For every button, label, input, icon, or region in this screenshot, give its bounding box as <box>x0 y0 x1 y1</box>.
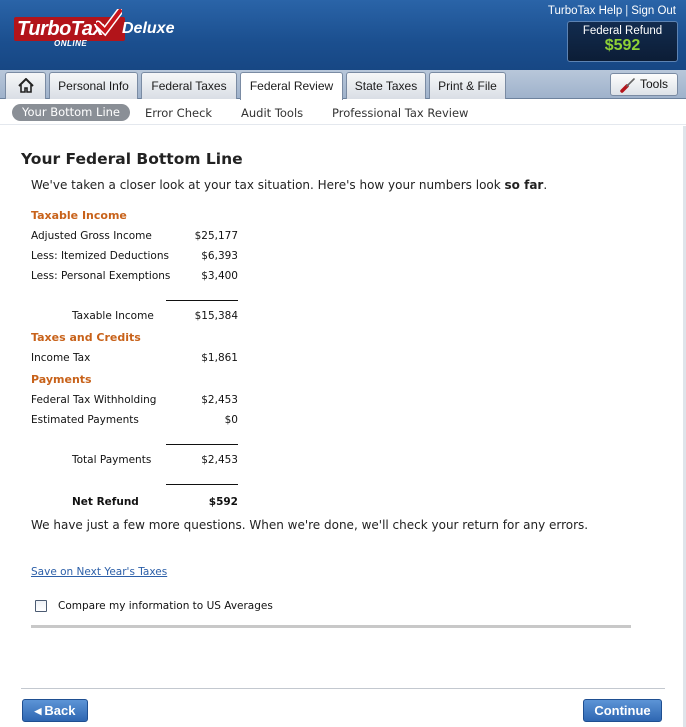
row-label: Estimated Payments <box>31 414 139 426</box>
subtotal-rule <box>166 300 238 301</box>
tab-personal-info[interactable]: Personal Info <box>49 72 138 99</box>
tools-label: Tools <box>640 77 669 91</box>
intro-text-bold: so far <box>504 178 544 192</box>
row-value: $2,453 <box>201 454 238 466</box>
continue-button[interactable]: Continue <box>583 699 662 722</box>
section-heading-taxes-credits: Taxes and Credits <box>31 331 141 344</box>
back-arrow-icon: ◀ <box>34 706 42 716</box>
app-header: TurboTax ONLINE Deluxe TurboTax Help | Sig… <box>0 0 686 70</box>
row-value: $25,177 <box>194 230 238 242</box>
row-label: Adjusted Gross Income <box>31 230 152 242</box>
back-button[interactable]: ◀ Back <box>22 699 88 722</box>
row-label: Less: Itemized Deductions <box>31 250 169 262</box>
summary-row-taxable-income-total: Taxable Income $15,384 <box>31 310 238 324</box>
compare-checkbox[interactable] <box>35 600 47 612</box>
row-value: $0 <box>224 414 238 426</box>
row-label: Taxable Income <box>72 310 154 322</box>
subnav-error-check[interactable]: Error Check <box>145 106 212 120</box>
outro-text: We have just a few more questions. When … <box>31 518 589 532</box>
tab-federal-taxes[interactable]: Federal Taxes <box>141 72 237 99</box>
summary-row-total-payments: Total Payments $2,453 <box>31 454 238 468</box>
page-title: Your Federal Bottom Line <box>21 150 243 168</box>
section-divider <box>31 625 631 628</box>
tab-print-file[interactable]: Print & File <box>429 72 506 99</box>
intro-text-pre: We've taken a closer look at your tax si… <box>31 178 505 192</box>
row-label: Less: Personal Exemptions <box>31 270 171 282</box>
subnav-audit-tools[interactable]: Audit Tools <box>241 106 303 120</box>
summary-row-itemized-deductions: Less: Itemized Deductions $6,393 <box>31 250 238 264</box>
logo-subtext: ONLINE <box>54 39 88 48</box>
edition-label: Deluxe <box>122 20 175 37</box>
sign-out-link[interactable]: Sign Out <box>631 5 676 17</box>
turbotax-logo: TurboTax ONLINE <box>14 9 126 48</box>
sub-navigation: Your Bottom Line Error Check Audit Tools… <box>0 100 686 125</box>
summary-row-agi: Adjusted Gross Income $25,177 <box>31 230 238 244</box>
tab-home[interactable] <box>5 72 46 99</box>
main-tab-bar: Personal Info Federal Taxes Federal Revi… <box>0 70 686 100</box>
row-value: $592 <box>208 496 238 508</box>
summary-row-withholding: Federal Tax Withholding $2,453 <box>31 394 238 408</box>
summary-row-personal-exemptions: Less: Personal Exemptions $3,400 <box>31 270 238 284</box>
subtotal-rule <box>166 444 238 445</box>
save-next-year-link[interactable]: Save on Next Year's Taxes <box>31 566 167 578</box>
footer-divider <box>21 688 665 689</box>
main-content: Your Federal Bottom Line We've taken a c… <box>0 126 686 727</box>
help-link[interactable]: TurboTax Help <box>548 5 622 17</box>
back-label: Back <box>44 703 76 718</box>
section-heading-taxable-income: Taxable Income <box>31 209 127 222</box>
link-separator: | <box>625 5 629 17</box>
row-value: $15,384 <box>194 310 238 322</box>
compare-label[interactable]: Compare my information to US Averages <box>58 600 273 612</box>
checkmark-icon <box>96 9 122 37</box>
subnav-professional-tax-review[interactable]: Professional Tax Review <box>332 106 468 120</box>
total-rule <box>166 484 238 485</box>
row-value: $3,400 <box>201 270 238 282</box>
section-heading-payments: Payments <box>31 373 92 386</box>
refund-amount: $592 <box>604 37 641 54</box>
row-label: Net Refund <box>72 496 139 508</box>
subnav-your-bottom-line[interactable]: Your Bottom Line <box>12 104 131 121</box>
summary-row-estimated-payments: Estimated Payments $0 <box>31 414 238 428</box>
summary-row-income-tax: Income Tax $1,861 <box>31 352 238 366</box>
row-label: Total Payments <box>72 454 152 466</box>
intro-text-post: . <box>543 178 548 192</box>
row-label: Income Tax <box>31 352 91 364</box>
refund-label: Federal Refund <box>582 25 663 37</box>
federal-refund-meter: Federal Refund $592 <box>567 21 678 62</box>
tab-state-taxes[interactable]: State Taxes <box>346 72 426 99</box>
tools-button[interactable]: Tools <box>610 73 678 96</box>
row-value: $6,393 <box>201 250 238 262</box>
row-value: $1,861 <box>201 352 238 364</box>
intro-text: We've taken a closer look at your tax si… <box>31 178 547 192</box>
row-label: Federal Tax Withholding <box>31 394 157 406</box>
tab-federal-review[interactable]: Federal Review <box>240 72 343 100</box>
home-icon <box>18 78 34 93</box>
row-value: $2,453 <box>201 394 238 406</box>
summary-row-net-refund: Net Refund $592 <box>31 496 238 510</box>
top-links: TurboTax Help | Sign Out <box>548 5 676 17</box>
screwdriver-icon <box>620 78 635 93</box>
